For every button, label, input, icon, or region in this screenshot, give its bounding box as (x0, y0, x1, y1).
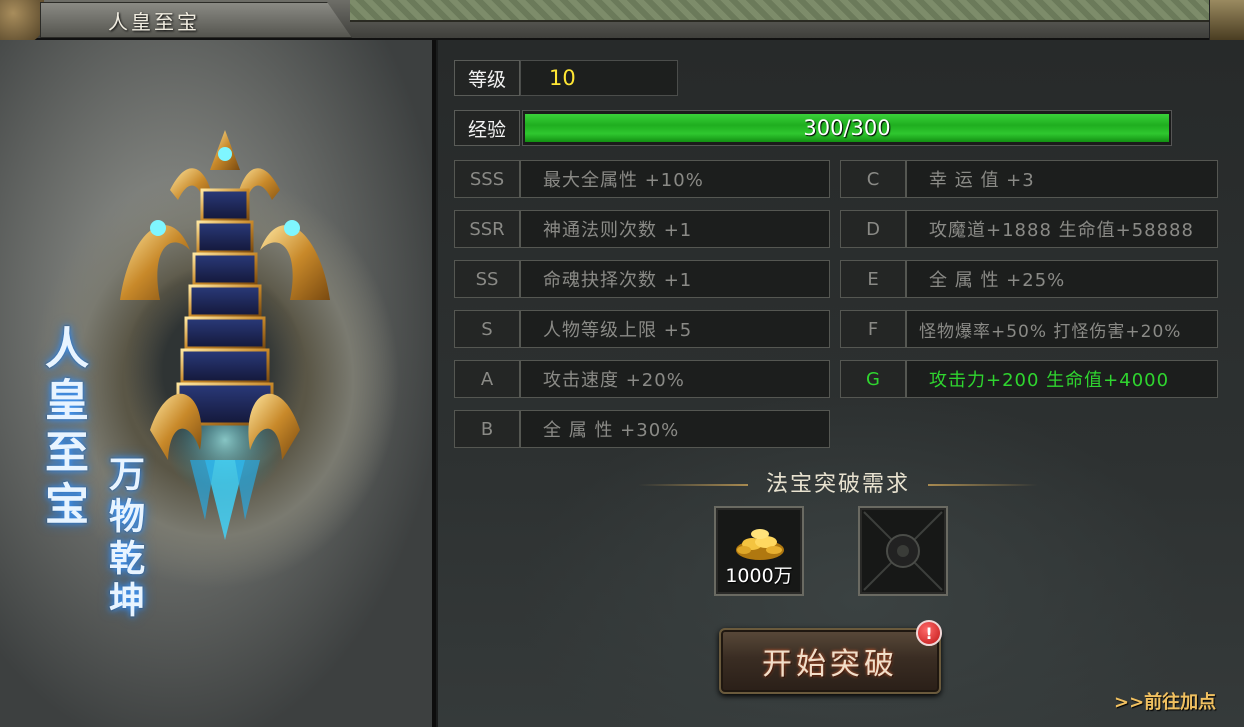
top-bar: 人皇至宝 (0, 0, 1244, 44)
attr-e: 全 属 性 +25% (906, 260, 1218, 298)
grade-sss: SSS (454, 160, 520, 198)
attr-f: 怪物爆率+50% 打怪伤害+20% (906, 310, 1218, 348)
gold-amount: 1000万 (725, 565, 793, 587)
grade-c: C (840, 160, 906, 198)
goto-allocate-points-link[interactable]: >>前往加点 (1114, 688, 1216, 714)
breakthrough-title: 法宝突破需求 (628, 464, 1048, 500)
artifact-subtitle: 万物乾坤 (103, 455, 145, 623)
item-requirement-slot[interactable] (858, 506, 948, 596)
grade-a: A (454, 360, 520, 398)
close-ornament[interactable] (1209, 0, 1244, 40)
alert-badge: ! (916, 620, 942, 646)
attr-s: 人物等级上限 +5 (520, 310, 830, 348)
minimap-strip (350, 0, 1210, 22)
title-divider-right (928, 484, 1038, 486)
title-divider-left (638, 484, 748, 486)
level-value: 10 (520, 60, 678, 96)
stats-panel: 等级 10 经验 300/300 SSS 最大全属性 +10% SSR 神通法则… (438, 40, 1244, 727)
grade-ss: SS (454, 260, 520, 298)
attr-c: 幸 运 值 +3 (906, 160, 1218, 198)
experience-label: 经验 (454, 110, 520, 146)
grade-d: D (840, 210, 906, 248)
breakthrough-title-text: 法宝突破需求 (765, 472, 910, 497)
artifact-name: 人皇至宝 (37, 325, 88, 533)
artifact-art-panel: 人皇至宝 万物乾坤 (0, 40, 436, 727)
level-label: 等级 (454, 60, 520, 96)
attr-g: 攻击力+200 生命值+4000 (906, 360, 1218, 398)
grade-b: B (454, 410, 520, 448)
corner-ornament (0, 0, 44, 44)
attr-a: 攻击速度 +20% (520, 360, 830, 398)
attr-ssr: 神通法则次数 +1 (520, 210, 830, 248)
attr-ss: 命魂抉择次数 +1 (520, 260, 830, 298)
experience-bar: 300/300 (522, 110, 1172, 146)
empty-slot-emblem-icon (863, 511, 943, 591)
start-breakthrough-button[interactable]: 开始突破 (719, 628, 941, 694)
attr-d: 攻魔道+1888 生命值+58888 (906, 210, 1218, 248)
attr-b: 全 属 性 +30% (520, 410, 830, 448)
attr-sss: 最大全属性 +10% (520, 160, 830, 198)
gold-coins-icon (736, 529, 784, 560)
grade-g: G (840, 360, 906, 398)
grade-s: S (454, 310, 520, 348)
window-title: 人皇至宝 (108, 10, 200, 34)
experience-text: 300/300 (803, 116, 891, 140)
gold-requirement-slot[interactable]: 1000万 (714, 506, 804, 596)
grade-ssr: SSR (454, 210, 520, 248)
grade-e: E (840, 260, 906, 298)
grade-f: F (840, 310, 906, 348)
